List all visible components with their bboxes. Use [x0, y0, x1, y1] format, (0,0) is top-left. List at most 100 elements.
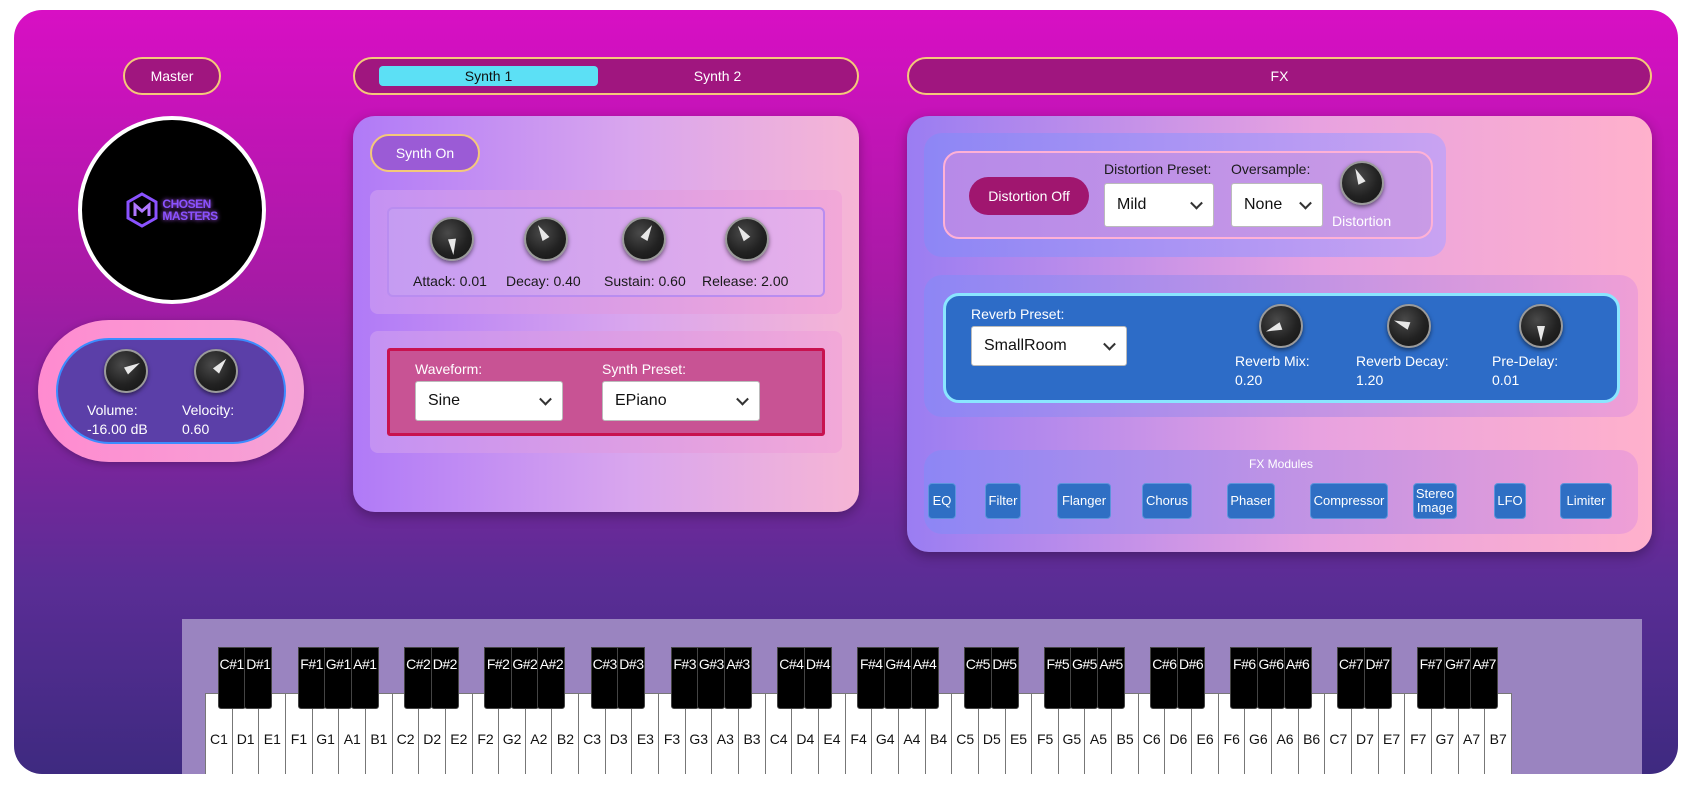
distortion-toggle-button[interactable]: Distortion Off: [969, 177, 1089, 215]
piano-key-c-sharp1[interactable]: C#1: [217, 647, 246, 709]
attack-label: Attack: 0.01: [413, 273, 487, 289]
reverb-mix-label: Reverb Mix:: [1235, 353, 1310, 369]
synth-tab-bar: Synth 1 Synth 2: [353, 57, 859, 95]
fx-module-filter-button[interactable]: Filter: [985, 483, 1021, 519]
distortion-preset-select[interactable]: Mild: [1104, 183, 1214, 227]
fx-modules-title: FX Modules: [1248, 457, 1314, 471]
envelope-inner: Attack: 0.01 Decay: 0.40 Sustain: 0.60 R…: [387, 207, 825, 297]
fx-module-flanger-button[interactable]: Flanger: [1057, 483, 1111, 519]
piano-key-a-sharp7[interactable]: A#7: [1470, 647, 1499, 709]
release-knob[interactable]: [725, 217, 769, 261]
synth-panel: Synth On Attack: 0.01 Decay: 0.40 Sustai…: [353, 116, 859, 512]
pre-delay-knob[interactable]: [1519, 304, 1563, 348]
synth-preset-label: Synth Preset:: [602, 361, 687, 377]
piano-key-a-sharp1[interactable]: A#1: [350, 647, 379, 709]
chevron-down-icon: [1299, 196, 1312, 210]
distortion-knob-label: Distortion: [1332, 213, 1392, 229]
tab-synth-1[interactable]: Synth 1: [379, 66, 598, 86]
piano-key-c-sharp6[interactable]: C#6: [1150, 647, 1179, 709]
piano-key-d-sharp5[interactable]: D#5: [990, 647, 1019, 709]
reverb-section: Reverb Preset: SmallRoom Reverb Mix: 0.2…: [924, 275, 1638, 417]
piano-key-c-sharp5[interactable]: C#5: [963, 647, 992, 709]
attack-knob[interactable]: [430, 217, 474, 261]
tab-master[interactable]: Master: [123, 57, 221, 95]
piano-key-d-sharp4[interactable]: D#4: [803, 647, 832, 709]
distortion-preset-label: Distortion Preset:: [1104, 161, 1212, 177]
tab-synth-2[interactable]: Synth 2: [608, 66, 827, 86]
piano-key-g-sharp3[interactable]: G#3: [697, 647, 726, 709]
piano-key-d-sharp3[interactable]: D#3: [617, 647, 646, 709]
reverb-box: Reverb Preset: SmallRoom Reverb Mix: 0.2…: [943, 293, 1620, 403]
release-label: Release: 2.00: [702, 273, 789, 289]
piano-key-c-sharp7[interactable]: C#7: [1336, 647, 1365, 709]
piano-key-a-sharp3[interactable]: A#3: [724, 647, 752, 709]
fx-module-eq-button[interactable]: EQ: [928, 483, 956, 519]
piano-key-f-sharp5[interactable]: F#5: [1043, 647, 1072, 709]
piano-key-a-sharp2[interactable]: A#2: [537, 647, 566, 709]
velocity-knob[interactable]: [194, 349, 238, 393]
fx-module-lfo-button[interactable]: LFO: [1494, 483, 1526, 519]
fx-module-phaser-button[interactable]: Phaser: [1227, 483, 1275, 519]
piano-key-g-sharp4[interactable]: G#4: [883, 647, 912, 709]
piano-key-a-sharp6[interactable]: A#6: [1283, 647, 1312, 709]
piano-key-c-sharp3[interactable]: C#3: [590, 647, 619, 709]
reverb-decay-label: Reverb Decay:: [1356, 353, 1449, 369]
tab-fx[interactable]: FX: [907, 57, 1652, 95]
piano-key-c-sharp2[interactable]: C#2: [404, 647, 433, 709]
reverb-mix-knob[interactable]: [1259, 304, 1303, 348]
volume-label: Volume:: [87, 402, 138, 418]
logo: CHOSEN MASTERS: [78, 116, 266, 304]
piano-key-g-sharp6[interactable]: G#6: [1257, 647, 1285, 709]
pre-delay-label: Pre-Delay:: [1492, 353, 1559, 369]
fx-module-compressor-button[interactable]: Compressor: [1310, 483, 1388, 519]
fx-module-limiter-button[interactable]: Limiter: [1560, 483, 1612, 519]
piano-key-g-sharp2[interactable]: G#2: [510, 647, 539, 709]
piano-key-a-sharp4[interactable]: A#4: [910, 647, 939, 709]
distortion-box: Distortion Off Distortion Preset: Mild O…: [943, 151, 1433, 239]
envelope-section: Attack: 0.01 Decay: 0.40 Sustain: 0.60 R…: [370, 190, 842, 314]
fx-module-chorus-button[interactable]: Chorus: [1142, 483, 1192, 519]
piano-key-f-sharp7[interactable]: F#7: [1416, 647, 1445, 709]
fx-modules-section: FX Modules: [924, 450, 1638, 534]
piano-key-d-sharp7[interactable]: D#7: [1363, 647, 1392, 709]
piano-key-f-sharp1[interactable]: F#1: [297, 647, 326, 709]
oversample-label: Oversample:: [1231, 161, 1311, 177]
waveform-section: Waveform: Sine Synth Preset: EPiano: [370, 331, 842, 453]
piano-key-f-sharp2[interactable]: F#2: [484, 647, 513, 709]
piano-key-f-sharp3[interactable]: F#3: [670, 647, 699, 709]
pre-delay-value: 0.01: [1492, 372, 1520, 388]
piano-key-d-sharp1[interactable]: D#1: [244, 647, 273, 709]
piano-key-c-sharp4[interactable]: C#4: [777, 647, 806, 709]
fx-module-stereo-image-button[interactable]: Stereo Image: [1413, 483, 1457, 519]
synth-app: Master CHOSEN MASTERS Volume: -16.00 dB …: [14, 10, 1678, 774]
piano-key-d-sharp2[interactable]: D#2: [430, 647, 459, 709]
volume-value: -16.00 dB: [87, 421, 148, 437]
decay-knob[interactable]: [524, 217, 568, 261]
sustain-knob[interactable]: [622, 217, 666, 261]
reverb-preset-select[interactable]: SmallRoom: [971, 326, 1127, 366]
sustain-label: Sustain: 0.60: [604, 273, 686, 289]
volume-knob[interactable]: [104, 349, 148, 393]
piano-key-g-sharp1[interactable]: G#1: [324, 647, 353, 709]
synth-preset-select[interactable]: EPiano: [602, 381, 760, 421]
oversample-select[interactable]: None: [1231, 183, 1323, 227]
synth-power-button[interactable]: Synth On: [370, 134, 480, 172]
reverb-decay-value: 1.20: [1356, 372, 1384, 388]
piano-key-d-sharp6[interactable]: D#6: [1177, 647, 1206, 709]
waveform-box: Waveform: Sine Synth Preset: EPiano: [387, 348, 825, 436]
distortion-knob[interactable]: [1340, 161, 1384, 205]
reverb-decay-knob[interactable]: [1387, 304, 1431, 348]
reverb-preset-label: Reverb Preset:: [971, 306, 1065, 322]
logo-text-2: MASTERS: [162, 209, 218, 223]
piano-key-g-sharp5[interactable]: G#5: [1070, 647, 1099, 709]
piano-key-g-sharp7[interactable]: G#7: [1443, 647, 1472, 709]
chevron-down-icon: [1190, 196, 1203, 210]
master-controls-outer: Volume: -16.00 dB Velocity: 0.60: [38, 320, 304, 462]
master-controls: Volume: -16.00 dB Velocity: 0.60: [56, 338, 286, 444]
piano-key-f-sharp4[interactable]: F#4: [857, 647, 886, 709]
chevron-down-icon: [1103, 337, 1116, 351]
piano-key-a-sharp5[interactable]: A#5: [1097, 647, 1126, 709]
piano-key-f-sharp6[interactable]: F#6: [1230, 647, 1259, 709]
chevron-down-icon: [539, 392, 552, 406]
waveform-select[interactable]: Sine: [415, 381, 563, 421]
